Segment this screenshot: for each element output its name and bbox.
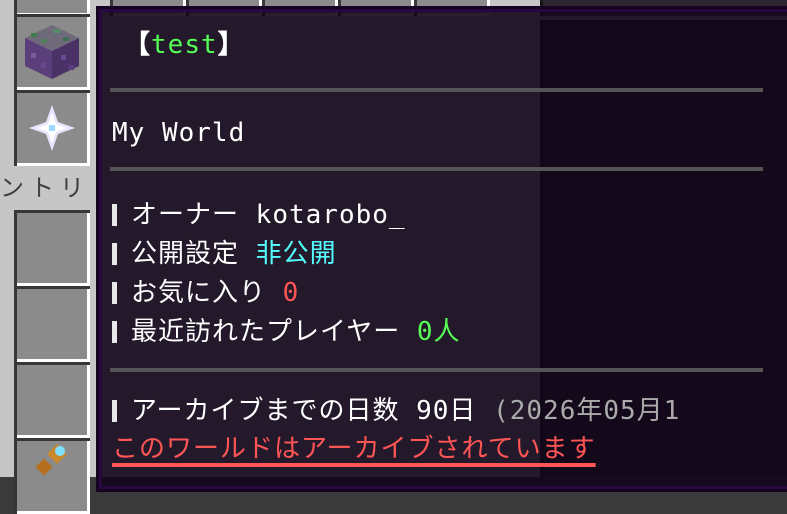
bullet-bar — [112, 204, 117, 226]
owner-row: オーナー kotarobo_ — [112, 198, 406, 232]
recent-players-value: 0人 — [416, 317, 461, 347]
world-title: test — [151, 30, 218, 60]
nether-star-icon — [29, 105, 75, 151]
spyglass-icon — [35, 443, 67, 476]
recent-players-row: 最近訪れたプレイヤー 0人 — [112, 315, 461, 349]
inventory-slot[interactable] — [14, 362, 90, 438]
inventory-slot[interactable] — [14, 14, 90, 90]
tooltip-title: 【test】 — [124, 30, 245, 60]
visibility-value: 非公開 — [255, 239, 337, 269]
bullet-bar — [112, 400, 117, 422]
inventory-slot[interactable] — [14, 90, 90, 166]
archive-days-value: 90日 — [416, 396, 477, 426]
owner-value: kotarobo_ — [255, 200, 406, 230]
favorites-row: お気に入り 0 — [112, 276, 299, 310]
category-label: ントリ — [0, 171, 96, 205]
visibility-row: 公開設定 非公開 — [112, 237, 337, 271]
bullet-bar — [112, 321, 117, 343]
world-name: My World — [112, 118, 246, 148]
archived-notice: このワールドはアーカイブされています — [112, 434, 596, 464]
archive-days-row: アーカイブまでの日数 90日 (2026年05月1 — [112, 394, 680, 428]
bullet-bar — [112, 243, 117, 265]
inventory-slot[interactable] — [14, 286, 90, 362]
bullet-bar — [112, 282, 117, 304]
world-tooltip: 【test】 My World オーナー kotarobo_ 公開設定 非公開 … — [99, 9, 787, 489]
mycelium-block-icon — [25, 25, 79, 79]
separator — [110, 368, 763, 372]
favorites-value: 0 — [282, 278, 300, 308]
inventory-slot[interactable] — [14, 438, 90, 514]
archive-date: (2026年05月1 — [493, 396, 681, 426]
separator — [110, 167, 763, 171]
inventory-slot[interactable] — [14, 210, 90, 286]
separator — [110, 88, 763, 92]
